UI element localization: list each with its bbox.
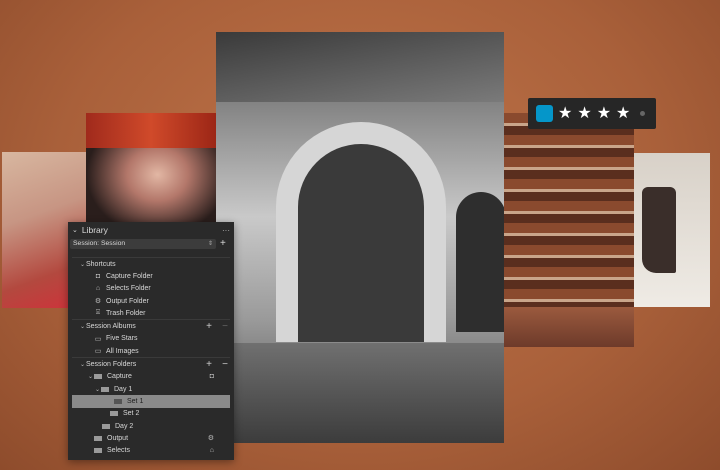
photo-architecture-arches[interactable] bbox=[216, 32, 504, 443]
album-five-stars[interactable]: ▭ Five Stars bbox=[68, 333, 234, 345]
star-3[interactable]: ★ bbox=[597, 105, 611, 122]
smart-album-icon: ▭ bbox=[94, 348, 102, 356]
star-1[interactable]: ★ bbox=[558, 105, 572, 122]
photo-detail bbox=[276, 122, 446, 342]
remove-folder-button[interactable]: − bbox=[222, 359, 228, 370]
folder-set-2[interactable]: Set 2 bbox=[68, 408, 234, 420]
shortcut-capture-folder[interactable]: ◘ Capture Folder bbox=[68, 270, 234, 282]
star-5-empty[interactable] bbox=[640, 111, 646, 116]
folder-icon bbox=[102, 423, 110, 429]
item-label: Set 2 bbox=[123, 410, 140, 418]
folder-selects[interactable]: Selects ⌂ bbox=[68, 444, 234, 456]
section-label: Shortcuts bbox=[86, 260, 116, 268]
section-label: Session Albums bbox=[86, 323, 136, 331]
camera-icon: ◘ bbox=[95, 272, 101, 280]
remove-album-button[interactable]: − bbox=[222, 321, 228, 332]
folder-icon bbox=[114, 398, 122, 404]
section-shortcuts[interactable]: ⌄ Shortcuts bbox=[68, 258, 234, 270]
item-label: Output bbox=[107, 434, 129, 442]
item-label: Set 1 bbox=[127, 397, 144, 405]
shortcut-selects-folder[interactable]: ⌂ Selects Folder bbox=[68, 283, 234, 295]
folder-day-1[interactable]: ⌄ Day 1 bbox=[68, 383, 234, 395]
library-header[interactable]: ⌄ Library ··· bbox=[68, 222, 234, 238]
item-label: Output Folder bbox=[106, 297, 149, 305]
item-label: Capture bbox=[107, 373, 132, 381]
session-select[interactable]: Session: Session ⇕ bbox=[70, 238, 216, 249]
library-title: Library bbox=[81, 225, 108, 235]
color-label-swatch[interactable] bbox=[536, 105, 553, 122]
photo-detail bbox=[456, 192, 504, 332]
item-label: Day 1 bbox=[114, 385, 133, 393]
library-panel: ⌄ Library ··· Session: Session ⇕ + ⌄ Shortcut… bbox=[68, 222, 234, 460]
add-album-button[interactable]: + bbox=[206, 321, 212, 332]
selects-icon: ⌂ bbox=[95, 285, 101, 293]
folder-icon bbox=[110, 411, 118, 417]
rating-bar: ★ ★ ★ ★ bbox=[528, 98, 656, 129]
album-all-images[interactable]: ▭ All Images bbox=[68, 345, 234, 357]
item-label: Selects bbox=[107, 447, 130, 455]
smart-album-icon: ▭ bbox=[94, 335, 102, 343]
item-label: Trash Folder bbox=[106, 309, 146, 317]
section-session-albums[interactable]: ⌄ Session Albums + − bbox=[68, 320, 234, 332]
shortcut-trash-folder[interactable]: ⌻ Trash Folder bbox=[68, 307, 234, 319]
add-session-button[interactable]: + bbox=[220, 238, 226, 249]
trash-icon: ⌻ bbox=[95, 309, 101, 317]
folder-icon bbox=[94, 448, 102, 454]
star-2[interactable]: ★ bbox=[577, 105, 591, 122]
gear-icon: ⚙ bbox=[94, 298, 102, 306]
photo-red-hair-portrait[interactable] bbox=[86, 113, 216, 225]
section-session-folders[interactable]: ⌄ Session Folders + − bbox=[68, 358, 234, 370]
photo-detail bbox=[216, 32, 504, 102]
selects-icon: ⌂ bbox=[209, 447, 214, 455]
chevron-down-icon: ⌄ bbox=[72, 227, 78, 234]
item-label: Selects Folder bbox=[106, 285, 151, 293]
folder-icon bbox=[101, 386, 109, 392]
shortcut-output-folder[interactable]: ⚙ Output Folder bbox=[68, 295, 234, 307]
folder-day-2[interactable]: Day 2 bbox=[68, 420, 234, 432]
photo-detail bbox=[642, 187, 676, 273]
photo-detail bbox=[216, 343, 504, 443]
folder-icon bbox=[94, 435, 102, 441]
updown-icon: ⇕ bbox=[207, 241, 213, 247]
folder-capture[interactable]: ⌄ Capture ◘ bbox=[68, 371, 234, 383]
item-label: Capture Folder bbox=[106, 272, 153, 280]
folder-set-1[interactable]: Set 1 bbox=[72, 395, 230, 408]
more-icon[interactable]: ··· bbox=[222, 226, 230, 235]
session-select-value: Session: Session bbox=[73, 240, 126, 247]
add-folder-button[interactable]: + bbox=[206, 359, 212, 370]
photo-curved-building[interactable] bbox=[504, 113, 634, 347]
gear-icon: ⚙ bbox=[207, 435, 214, 443]
section-label: Session Folders bbox=[86, 361, 137, 369]
item-label: Five Stars bbox=[106, 335, 138, 343]
item-label: All Images bbox=[106, 347, 139, 355]
item-label: Day 2 bbox=[115, 422, 134, 430]
photo-boot[interactable] bbox=[634, 153, 710, 307]
star-4[interactable]: ★ bbox=[616, 105, 630, 122]
folder-icon bbox=[94, 374, 102, 380]
camera-icon: ◘ bbox=[209, 373, 214, 381]
folder-output[interactable]: Output ⚙ bbox=[68, 432, 234, 444]
